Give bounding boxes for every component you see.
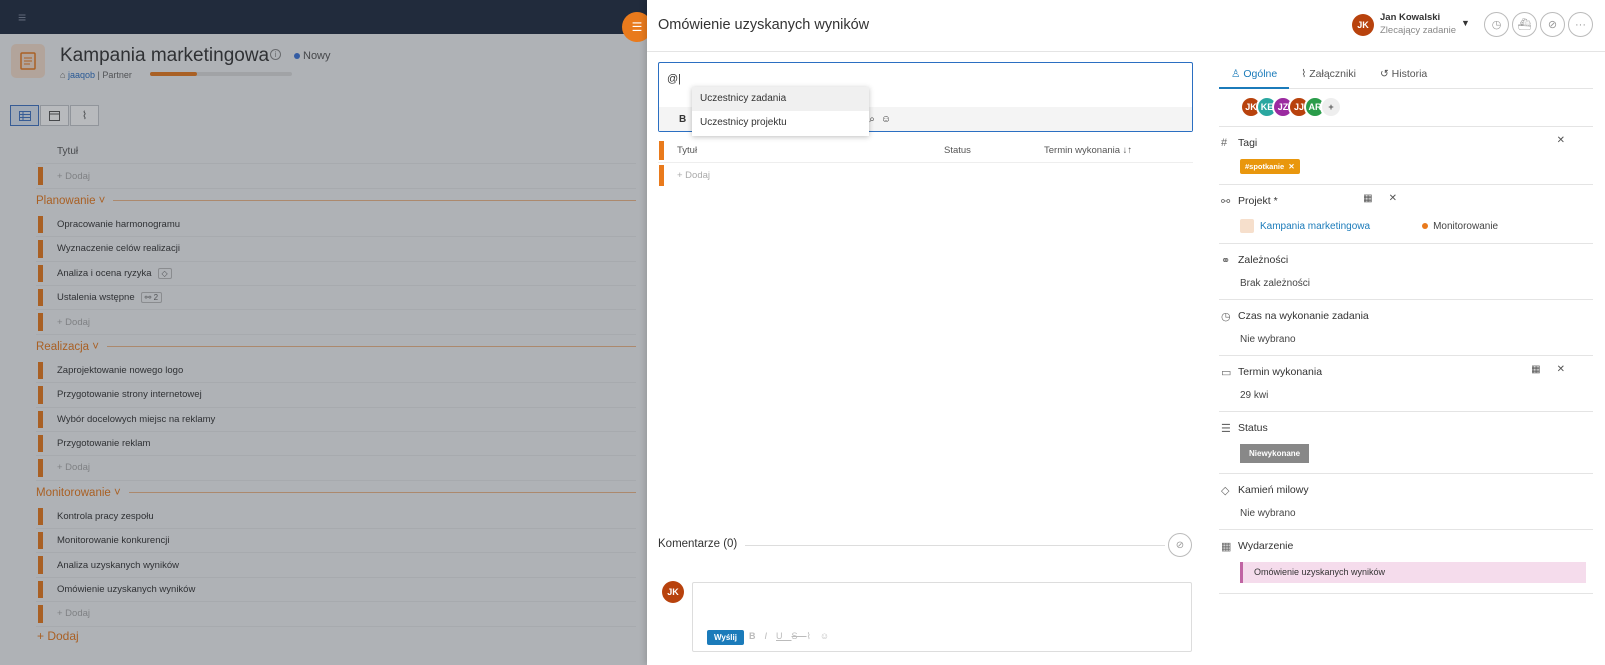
milestone-section: ◇ Kamień milowy Nie wybrano (1219, 474, 1593, 530)
project-group[interactable]: Monitorowanie (1433, 221, 1498, 232)
time-section: ◷ Czas na wykonanie zadania Nie wybrano (1219, 300, 1593, 356)
description-editor[interactable]: @| B ⌕ ☺ Uczestnicy zadania Uczestnicy p… (658, 62, 1193, 136)
assigner-role: Zlecający zadanie (1380, 25, 1457, 36)
more-icon[interactable]: ··· (1568, 12, 1593, 37)
status-section: ☰ Status Niewykonane (1219, 412, 1593, 474)
task-detail-panel: Omówienie uzyskanych wyników JK Jan Kowa… (647, 0, 1605, 665)
tab-general[interactable]: ♙ Ogólne (1219, 62, 1290, 89)
divider (647, 51, 1605, 52)
tags-section: # Tagi ✕ #spotkanie ✕ (1219, 127, 1593, 185)
tab-history[interactable]: ↺ Historia (1368, 62, 1439, 88)
hash-icon: # (1221, 137, 1228, 149)
project-icon (1240, 219, 1254, 233)
comment-toolbar: BIUS⌇☺ (749, 631, 839, 641)
tag-remove-icon: ✕ (1288, 162, 1295, 171)
clock-icon: ◷ (1221, 310, 1231, 323)
editor-text[interactable]: @| (667, 73, 681, 85)
modal-overlay[interactable] (0, 0, 647, 665)
mention-dropdown: Uczestnicy zadania Uczestnicy projektu (692, 87, 869, 136)
event-section: ▦ Wydarzenie Omówienie uzyskanych wyników (1219, 530, 1593, 594)
col-status[interactable]: Status (944, 145, 1044, 156)
add-subtask-row[interactable]: + Dodaj (658, 163, 1193, 187)
diamond-icon: ◇ (1221, 484, 1230, 497)
ship-icon[interactable]: ⛴ (1512, 12, 1537, 37)
status-icon: ☰ (1221, 422, 1231, 435)
dependencies-icon: ⚭ (1221, 254, 1231, 267)
project-tree-icon: ⚯ (1221, 195, 1231, 208)
search-icon[interactable]: ⌕ (869, 114, 875, 125)
chevron-down-icon[interactable]: ▼ (1461, 18, 1470, 28)
side-details: ♙ Ogólne ⌇ Załączniki ↺ Historia JK KE J… (1219, 62, 1593, 594)
timer-icon[interactable]: ◷ (1484, 12, 1509, 37)
avatar: JK (662, 581, 684, 603)
avatar: JK (1352, 14, 1374, 36)
status-badge[interactable]: Niewykonane (1240, 444, 1310, 463)
notifications-off-icon[interactable]: ⊘ (1168, 533, 1192, 557)
tab-bar: ♙ Ogólne ⌇ Załączniki ↺ Historia (1219, 62, 1593, 89)
milestone-value[interactable]: Nie wybrano (1240, 508, 1593, 519)
due-actions[interactable]: ▦✕ (1531, 364, 1581, 375)
send-button[interactable]: Wyślij (707, 630, 744, 645)
time-value[interactable]: Nie wybrano (1240, 334, 1593, 345)
subtasks-header: Tytuł Status Termin wykonania ↓↑ (658, 139, 1193, 164)
assigner-name: Jan Kowalski (1380, 12, 1441, 23)
col-title[interactable]: Tytuł (677, 145, 944, 156)
calendar-event-icon: ▦ (1221, 540, 1232, 553)
project-section: ⚯ Projekt * ▦✕ Kampania marketingowa Monit… (1219, 185, 1593, 244)
close-icon[interactable]: ✕ (1557, 135, 1581, 146)
calendar-icon[interactable]: ▦✕ (1363, 193, 1413, 204)
project-view: ≡ Kampania marketingowa i Nowy ⌂ jaaqob … (0, 0, 647, 665)
due-value[interactable]: 29 kwi (1240, 390, 1593, 401)
participants[interactable]: JK KE JZ JJ AR + (1240, 96, 1593, 118)
tab-attachments[interactable]: ⌇ Załączniki (1289, 62, 1368, 88)
group-dot (1422, 223, 1429, 229)
tag-chip[interactable]: #spotkanie ✕ (1240, 159, 1300, 174)
subtasks-table: Tytuł Status Termin wykonania ↓↑ + Dodaj (658, 139, 1193, 188)
bold-button[interactable]: B (679, 114, 686, 125)
task-title[interactable]: Omówienie uzyskanych wyników (658, 17, 869, 33)
dependencies-value[interactable]: Brak zależności (1240, 278, 1593, 289)
mention-option[interactable]: Uczestnicy projektu (692, 111, 869, 135)
col-due[interactable]: Termin wykonania ↓↑ (1044, 145, 1132, 156)
dependencies-section: ⚭ Zależności Brak zależności (1219, 244, 1593, 300)
emoji-icon[interactable]: ☺ (881, 114, 891, 125)
mention-option[interactable]: Uczestnicy zadania (692, 87, 869, 111)
comments-heading: Komentarze (0) (658, 538, 738, 550)
comment-input[interactable]: Wyślij BIUS⌇☺ (692, 582, 1192, 652)
event-chip[interactable]: Omówienie uzyskanych wyników (1240, 562, 1586, 583)
bell-off-icon[interactable]: ⊘ (1540, 12, 1565, 37)
add-participant-button[interactable]: + (1320, 96, 1342, 118)
participants-section: JK KE JZ JJ AR + (1219, 96, 1593, 127)
due-section: ▭ Termin wykonania ▦✕ 29 kwi (1219, 356, 1593, 412)
divider (745, 545, 1165, 546)
calendar-icon: ▭ (1221, 366, 1232, 379)
project-link[interactable]: Kampania marketingowa (1260, 221, 1370, 232)
